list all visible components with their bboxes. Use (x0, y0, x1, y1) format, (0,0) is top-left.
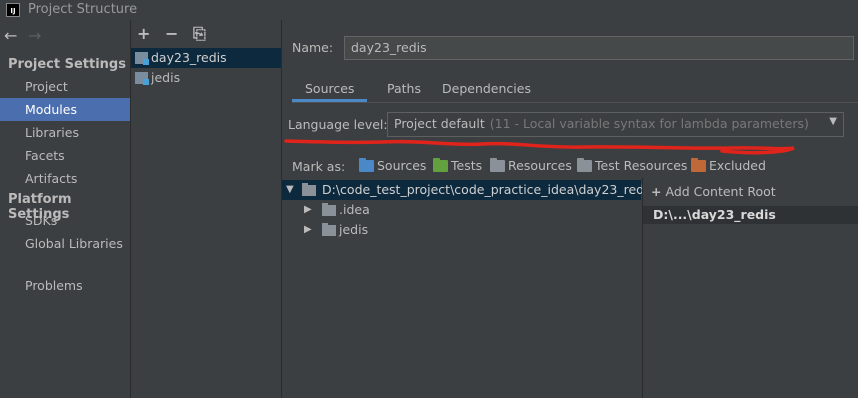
tree-row-jedis[interactable]: ▶ jedis (282, 220, 641, 240)
tree-root-row[interactable]: ▼ D:\code_test_project\code_practice_ide… (282, 180, 654, 200)
settings-nav: ← → Project Settings Project Modules Lib… (0, 20, 130, 398)
excluded-folder-icon (691, 158, 706, 172)
mark-excluded-label: Excluded (709, 158, 766, 173)
mark-tests-button[interactable]: Tests (431, 156, 482, 176)
nav-item-project[interactable]: Project (0, 75, 130, 98)
tree-root-label: D:\code_test_project\code_practice_idea\… (322, 182, 655, 197)
mark-resources-label: Resources (508, 158, 572, 173)
tab-dependencies[interactable]: Dependencies (429, 78, 544, 102)
tab-underline (292, 102, 858, 103)
language-level-dropdown[interactable]: Project default (11 - Local variable synt… (387, 112, 844, 137)
content-tree: ▼ D:\code_test_project\code_practice_ide… (282, 178, 654, 398)
module-icon (135, 72, 149, 85)
mark-sources-label: Sources (377, 158, 427, 173)
sources-folder-icon (359, 158, 374, 172)
module-name-field[interactable]: day23_redis (344, 36, 854, 60)
add-icon[interactable]: + (137, 24, 161, 44)
nav-arrows: ← → (4, 26, 48, 46)
mark-sources-button[interactable]: Sources (357, 156, 426, 176)
tree-item-label: jedis (339, 222, 369, 237)
test-resources-folder-icon (577, 158, 592, 172)
collapsed-arrow-icon[interactable]: ▶ (304, 200, 312, 220)
mark-tests-label: Tests (451, 158, 483, 173)
nav-item-sdks[interactable]: SDKs (0, 209, 130, 232)
module-icon (135, 52, 149, 65)
remove-icon[interactable]: − (165, 24, 189, 44)
plus-icon: + (651, 184, 662, 199)
window-title: Project Structure (28, 2, 138, 17)
nav-item-artifacts[interactable]: Artifacts (0, 167, 130, 190)
mark-as-label: Mark as: (292, 159, 346, 174)
module-item-label: jedis (151, 70, 181, 85)
module-detail-panel: Name: day23_redis Sources Paths Dependen… (282, 20, 858, 398)
mark-test-resources-label: Test Resources (595, 158, 688, 173)
tab-sources[interactable]: Sources (292, 78, 368, 102)
add-content-root-label: Add Content Root (665, 184, 776, 199)
back-arrow-icon[interactable]: ← (4, 26, 24, 46)
mark-resources-button[interactable]: Resources (488, 156, 572, 176)
expanded-arrow-icon[interactable]: ▼ (286, 180, 294, 200)
content-roots-panel: + Add Content Root D:\...\day23_redis (642, 178, 858, 398)
language-level-detail: (11 - Local variable syntax for lambda p… (489, 116, 809, 131)
tree-item-label: .idea (339, 202, 370, 217)
mark-excluded-button[interactable]: Excluded (689, 156, 766, 176)
module-list-panel: + − ⎘ day23_redis jedis (131, 20, 281, 398)
project-settings-heading: Project Settings (8, 57, 126, 72)
nav-item-facets[interactable]: Facets (0, 144, 130, 167)
module-item-day23-redis[interactable]: day23_redis (131, 48, 281, 68)
folder-icon (302, 183, 316, 196)
add-content-root-button[interactable]: + Add Content Root (651, 184, 776, 199)
folder-icon (322, 203, 336, 216)
intellij-logo-icon: IJ (6, 3, 20, 17)
copy-icon[interactable]: ⎘ (193, 24, 217, 44)
nav-item-problems[interactable]: Problems (0, 274, 130, 297)
chevron-down-icon: ▼ (829, 116, 837, 127)
nav-item-global-libraries[interactable]: Global Libraries (0, 232, 130, 255)
tree-row-idea[interactable]: ▶ .idea (282, 200, 641, 220)
nav-item-libraries[interactable]: Libraries (0, 121, 130, 144)
tab-paths[interactable]: Paths (374, 78, 434, 102)
language-level-label: Language level: (288, 117, 388, 132)
tests-folder-icon (433, 158, 448, 172)
module-item-jedis[interactable]: jedis (131, 68, 281, 88)
resources-folder-icon (490, 158, 505, 172)
module-item-label: day23_redis (151, 50, 227, 65)
language-level-value: Project default (394, 116, 485, 131)
nav-item-modules[interactable]: Modules (0, 98, 130, 121)
forward-arrow-icon[interactable]: → (28, 26, 48, 46)
folder-icon (322, 223, 336, 236)
module-toolbar: + − ⎘ (137, 24, 217, 44)
collapsed-arrow-icon[interactable]: ▶ (304, 220, 312, 240)
mark-test-resources-button[interactable]: Test Resources (575, 156, 687, 176)
name-label: Name: (292, 40, 334, 55)
content-root-path[interactable]: D:\...\day23_redis (643, 206, 858, 224)
title-bar: IJ Project Structure (0, 0, 858, 20)
